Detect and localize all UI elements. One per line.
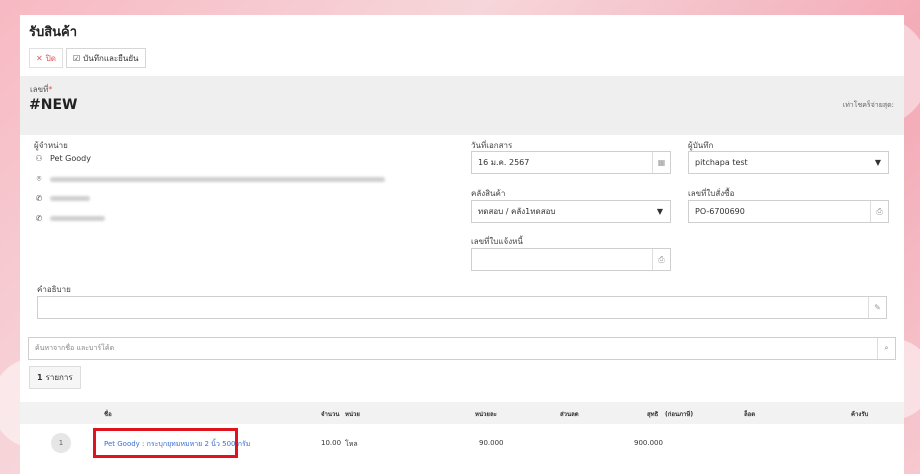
close-label: ปิด bbox=[45, 53, 56, 63]
calendar-icon[interactable]: ▦ bbox=[652, 152, 670, 173]
user-icon: ⚇ bbox=[35, 154, 43, 163]
invoice-number-field[interactable]: ⎙ bbox=[471, 248, 671, 271]
th-lot: ล็อต bbox=[744, 411, 756, 418]
doc-date-value: 16 ม.ค. 2567 bbox=[478, 158, 530, 167]
supplier-address-line: ⌾ bbox=[34, 174, 385, 184]
row-unit-price: 90.000 bbox=[479, 439, 504, 447]
vat-note: เท่าโชคร็จ่ายสุด: bbox=[842, 101, 894, 109]
warehouse-label: คลังสินค้า bbox=[471, 189, 506, 198]
description-field[interactable]: ✎ bbox=[37, 296, 887, 319]
search-icon[interactable]: ⌕ bbox=[877, 338, 895, 359]
supplier-name-line: ⚇ Pet Goody bbox=[34, 154, 91, 163]
required-mark: * bbox=[48, 85, 53, 94]
edit-icon[interactable]: ✎ bbox=[868, 297, 886, 318]
recorder-select[interactable]: pitchapa test ▼ bbox=[688, 151, 889, 174]
row-qty: 10.00 bbox=[321, 439, 342, 447]
page-title: รับสินค้า bbox=[29, 25, 78, 40]
supplier-phone2-line: ✆ bbox=[34, 214, 105, 223]
checkbox-icon: ☑ bbox=[72, 53, 81, 63]
save-confirm-button[interactable]: ☑ บันทึกและยืนยัน bbox=[65, 48, 146, 68]
th-name: ชื่อ bbox=[104, 411, 112, 418]
save-confirm-label: บันทึกและยืนยัน bbox=[83, 53, 139, 63]
th-qty: จำนวน bbox=[321, 411, 340, 418]
supplier-label: ผู้จำหน่าย bbox=[34, 141, 68, 150]
row-net: 900.000 bbox=[634, 439, 663, 447]
toolbar: ✕ ปิด ☑ บันทึกและยืนยัน bbox=[29, 48, 146, 68]
doc-label-text: เลขที่ bbox=[30, 85, 49, 94]
phone-icon: ✆ bbox=[35, 194, 43, 203]
document-icon[interactable]: ⎙ bbox=[870, 201, 888, 222]
row-unit: โหล bbox=[345, 440, 358, 448]
description-label: คำอธิบาย bbox=[37, 285, 71, 294]
search-placeholder: ค้นหาจากชื่อ และบาร์โค้ด bbox=[35, 344, 115, 352]
phone-icon: ✆ bbox=[35, 214, 43, 223]
items-count-number: 1 bbox=[37, 373, 43, 382]
th-due: ค้างรับ bbox=[851, 411, 869, 418]
document-icon[interactable]: ⎙ bbox=[652, 249, 670, 270]
supplier-phone-line: ✆ bbox=[34, 194, 90, 203]
items-table-header: ชื่อ จำนวน หน่วย หน่วยละ ส่วนลด สุทธิ (ก… bbox=[20, 402, 904, 424]
th-discount: ส่วนลด bbox=[560, 411, 579, 418]
product-search-input[interactable]: ค้นหาจากชื่อ และบาร์โค้ด ⌕ bbox=[28, 337, 896, 360]
chevron-down-icon: ▼ bbox=[874, 158, 881, 167]
close-button[interactable]: ✕ ปิด bbox=[29, 48, 63, 68]
highlight-box bbox=[93, 428, 238, 458]
recorder-value: pitchapa test bbox=[695, 158, 748, 167]
doc-number-label: เลขที่* bbox=[30, 83, 52, 96]
close-icon: ✕ bbox=[36, 53, 43, 63]
items-count-tab[interactable]: 1 รายการ bbox=[29, 366, 81, 389]
warehouse-select[interactable]: ทดสอบ / คลัง1ทดสอบ ▼ bbox=[471, 200, 671, 223]
th-unit-price: หน่วยละ bbox=[475, 411, 497, 418]
supplier-phone2-redacted bbox=[50, 216, 105, 221]
po-number-field[interactable]: PO-6700690 ⎙ bbox=[688, 200, 889, 223]
supplier-address-redacted bbox=[50, 176, 385, 182]
map-pin-icon: ⌾ bbox=[36, 174, 42, 183]
row-index: 1 bbox=[51, 433, 71, 453]
doc-number: #NEW bbox=[29, 97, 78, 113]
items-count-unit: รายการ bbox=[45, 373, 73, 382]
po-number-value: PO-6700690 bbox=[695, 207, 745, 216]
invoice-number-label: เลขที่ใบแจ้งหนี้ bbox=[471, 237, 523, 246]
supplier-phone-redacted bbox=[50, 196, 90, 201]
supplier-name: Pet Goody bbox=[50, 154, 91, 163]
th-net: สุทธิ bbox=[647, 411, 659, 418]
goods-receipt-panel: รับสินค้า ✕ ปิด ☑ บันทึกและยืนยัน เลขที่… bbox=[20, 15, 904, 474]
th-net-pretax: (ก่อนภาษี) bbox=[665, 411, 694, 418]
document-header: เลขที่* #NEW เท่าโชคร็จ่ายสุด: bbox=[20, 76, 904, 135]
warehouse-value: ทดสอบ / คลัง1ทดสอบ bbox=[478, 207, 556, 216]
th-unit: หน่วย bbox=[345, 411, 360, 418]
chevron-down-icon: ▼ bbox=[656, 207, 663, 216]
po-number-label: เลขที่ใบสั่งซื้อ bbox=[688, 189, 735, 198]
doc-date-field[interactable]: 16 ม.ค. 2567 ▦ bbox=[471, 151, 671, 174]
